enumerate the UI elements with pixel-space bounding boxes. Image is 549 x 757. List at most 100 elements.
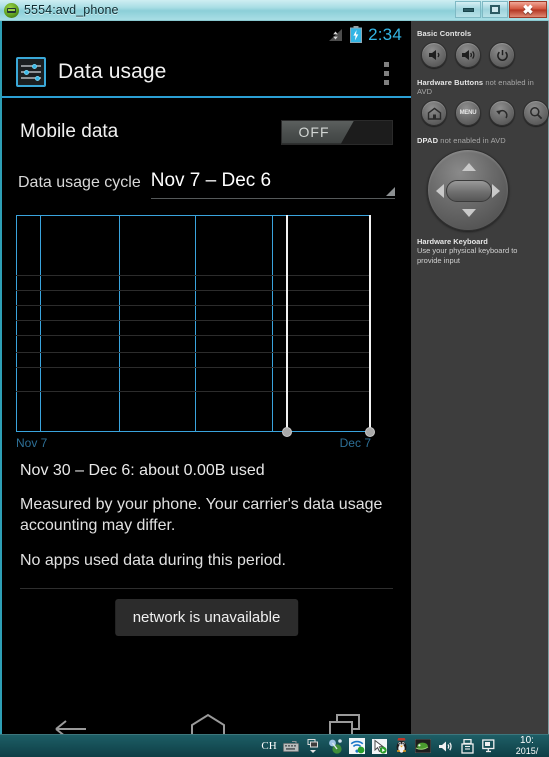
settings-sliders-icon — [16, 57, 46, 87]
window-title: 5554:avd_phone — [24, 3, 119, 17]
chart-start-label: Nov 7 — [16, 436, 48, 450]
battery-charging-icon — [350, 26, 363, 43]
hardware-keyboard-subtitle: Use your physical keyboard to provide in… — [417, 246, 518, 266]
network-globe-icon[interactable] — [327, 738, 343, 754]
system-tray: CH 10: 2015/ — [261, 735, 549, 757]
dpad-title-rest: not enabled in AVD — [438, 136, 506, 145]
chevron-down-icon — [386, 187, 395, 196]
nav-back-button[interactable] — [48, 706, 94, 734]
chart-horizontal-gridline — [16, 289, 371, 291]
chart-horizontal-gridline — [16, 274, 371, 276]
cycle-label: Data usage cycle — [18, 174, 141, 191]
switch-thumb: OFF — [282, 120, 354, 144]
chart-vertical-gridline — [118, 215, 120, 432]
nav-recents-button[interactable] — [322, 706, 368, 734]
hw-back-button[interactable] — [489, 100, 515, 126]
hw-home-button[interactable] — [421, 100, 447, 126]
data-usage-cycle-row: Data usage cycle Nov 7 – Dec 6 — [16, 170, 397, 199]
hardware-buttons-title: Hardware Buttons not enabled in AVD — [417, 78, 541, 96]
hw-search-button[interactable] — [523, 100, 549, 126]
media-icon[interactable] — [415, 738, 431, 754]
emulator-window: 5554:avd_phone ✖ 2:34 Data usage Mobile … — [0, 0, 549, 734]
chart-horizontal-gridline — [16, 390, 371, 392]
chart-horizontal-gridline — [16, 305, 371, 307]
dpad-left-icon[interactable] — [436, 184, 444, 198]
taskbar-clock-time: 10: — [520, 735, 534, 746]
hw-menu-button[interactable]: MENU — [455, 100, 481, 126]
no-apps-text: No apps used data during this period. — [20, 552, 286, 570]
android-status-bar: 2:34 — [2, 21, 411, 48]
android-navigation-bar — [2, 690, 411, 734]
mobile-data-row: Mobile data OFF — [16, 110, 397, 154]
windows-taskbar: CH 10: 2015/ — [0, 734, 549, 757]
data-usage-chart[interactable]: Nov 7 Dec 7 — [16, 215, 397, 450]
mobile-data-switch[interactable]: OFF — [281, 119, 393, 145]
taskbar-clock[interactable]: 10: 2015/ — [503, 735, 547, 757]
chart-horizontal-gridline — [16, 335, 371, 337]
window-controls: ✖ — [455, 1, 547, 18]
dpad-down-icon[interactable] — [462, 209, 476, 217]
sweep-grip-icon[interactable] — [364, 427, 375, 437]
sweep-grip-icon[interactable] — [281, 427, 292, 437]
cursor-icon[interactable] — [371, 738, 387, 754]
nav-home-button[interactable] — [185, 706, 231, 734]
window-titlebar[interactable]: 5554:avd_phone ✖ — [0, 0, 549, 21]
menu-button-label: MENU — [459, 110, 477, 116]
action-bar: Data usage — [2, 48, 411, 96]
chart-vertical-gridline — [40, 215, 42, 432]
chart-sweep-handle-left[interactable] — [281, 215, 292, 437]
basic-controls-row — [417, 42, 541, 68]
maximize-icon — [490, 5, 500, 14]
usb-device-icon[interactable] — [459, 738, 475, 754]
window-body: 2:34 Data usage Mobile data OFF Data usa… — [0, 21, 549, 734]
dpad-control[interactable] — [427, 149, 509, 231]
switch-state-label: OFF — [298, 124, 330, 140]
basic-controls-title: Basic Controls — [417, 29, 472, 38]
display-icon[interactable] — [481, 738, 497, 754]
keyboard-icon[interactable] — [283, 738, 299, 754]
dpad-title-bold: DPAD — [417, 136, 439, 145]
power-button[interactable] — [489, 42, 515, 68]
ime-options-icon[interactable] — [305, 738, 321, 754]
dpad-center-button[interactable] — [446, 180, 492, 202]
dpad-title: DPAD not enabled in AVD — [417, 136, 541, 145]
taskbar-clock-date: 2015/ — [515, 746, 539, 756]
chart-plot-area[interactable] — [16, 215, 375, 437]
close-button[interactable]: ✖ — [509, 1, 547, 18]
dpad-up-icon[interactable] — [462, 163, 476, 171]
volume-down-button[interactable] — [421, 42, 447, 68]
volume-up-button[interactable] — [455, 42, 481, 68]
toast-message: network is unavailable — [114, 599, 299, 636]
maximize-button[interactable] — [482, 1, 508, 18]
chart-horizontal-gridline — [16, 320, 371, 322]
android-robot-icon — [4, 2, 19, 18]
cycle-value: Nov 7 – Dec 6 — [150, 170, 272, 191]
chart-axis-labels: Nov 7 Dec 7 — [16, 436, 371, 450]
chart-horizontal-gridline — [16, 366, 371, 368]
minimize-icon — [462, 7, 474, 12]
chart-sweep-handle-right[interactable] — [364, 215, 375, 437]
ime-indicator[interactable]: CH — [261, 738, 277, 754]
dpad-right-icon[interactable] — [492, 184, 500, 198]
volume-icon[interactable] — [437, 738, 453, 754]
screen-root: 5554:avd_phone ✖ 2:34 Data usage Mobile … — [0, 0, 549, 757]
close-icon: ✖ — [522, 2, 534, 17]
mobile-data-label: Mobile data — [20, 121, 119, 142]
qq-penguin-icon[interactable] — [393, 738, 409, 754]
usage-disclaimer-text: Measured by your phone. Your carrier's d… — [20, 496, 383, 535]
chart-vertical-gridline — [271, 215, 273, 432]
chart-end-label: Dec 7 — [339, 436, 371, 450]
chart-vertical-gridline — [195, 215, 197, 432]
overflow-menu-icon[interactable] — [384, 62, 389, 89]
page-content: Mobile data OFF Data usage cycle Nov 7 –… — [2, 110, 411, 734]
hardware-buttons-title-bold: Hardware Buttons — [417, 78, 484, 87]
cycle-spinner[interactable]: Nov 7 – Dec 6 — [150, 170, 395, 199]
status-clock: 2:34 — [368, 25, 402, 44]
chart-frame — [16, 215, 371, 432]
usage-info-block: Nov 30 – Dec 6: about 0.00B used Measure… — [16, 462, 397, 590]
minimize-button[interactable] — [455, 1, 481, 18]
phone-screen: 2:34 Data usage Mobile data OFF Data usa… — [0, 21, 411, 734]
signal-no-service-icon — [328, 28, 344, 42]
wifi-icon[interactable] — [349, 738, 365, 754]
chart-horizontal-gridline — [16, 351, 371, 353]
